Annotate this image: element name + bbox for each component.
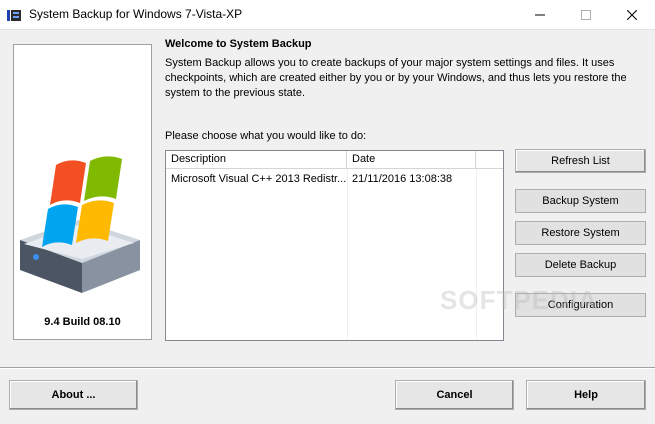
version-label: 9.4 Build 08.10 [44,316,121,328]
windows-drive-logo-icon [20,156,140,293]
list-item[interactable]: Microsoft Visual C++ 2013 Redistr... 21/… [166,171,503,188]
list-item-date: 21/11/2016 13:08:38 [352,173,453,185]
refresh-list-button[interactable]: Refresh List [515,149,646,173]
delete-backup-button[interactable]: Delete Backup [515,253,646,277]
dialog-client-area: 9.4 Build 08.10 Welcome to System Backup… [0,30,655,424]
close-icon [627,10,637,20]
list-header: Description Date [166,151,503,169]
maximize-button[interactable] [563,0,609,30]
column-header-description[interactable]: Description [166,151,347,169]
maximize-icon [581,10,591,20]
help-button[interactable]: Help [526,380,646,410]
title-bar[interactable]: System Backup for Windows 7-Vista-XP [0,0,655,30]
welcome-title: Welcome to System Backup [165,38,312,50]
window-title: System Backup for Windows 7-Vista-XP [29,7,243,21]
column-header-date[interactable]: Date [347,151,476,169]
restore-system-button[interactable]: Restore System [515,221,646,245]
logo-panel: 9.4 Build 08.10 [13,44,152,340]
list-item-description: Microsoft Visual C++ 2013 Redistr... [171,173,347,185]
column-header-empty[interactable] [476,151,503,169]
close-button[interactable] [609,0,655,30]
welcome-description: System Backup allows you to create backu… [165,57,627,99]
backup-system-button[interactable]: Backup System [515,189,646,213]
column-gridline [347,169,348,340]
about-button[interactable]: About ... [9,380,138,410]
app-icon[interactable] [6,7,22,23]
choose-action-label: Please choose what you would like to do: [165,130,367,142]
separator [0,367,655,369]
minimize-icon [535,14,545,16]
watermark: SOFTPEDIA [440,285,598,315]
minimize-button[interactable] [517,0,563,30]
cancel-button[interactable]: Cancel [395,380,514,410]
